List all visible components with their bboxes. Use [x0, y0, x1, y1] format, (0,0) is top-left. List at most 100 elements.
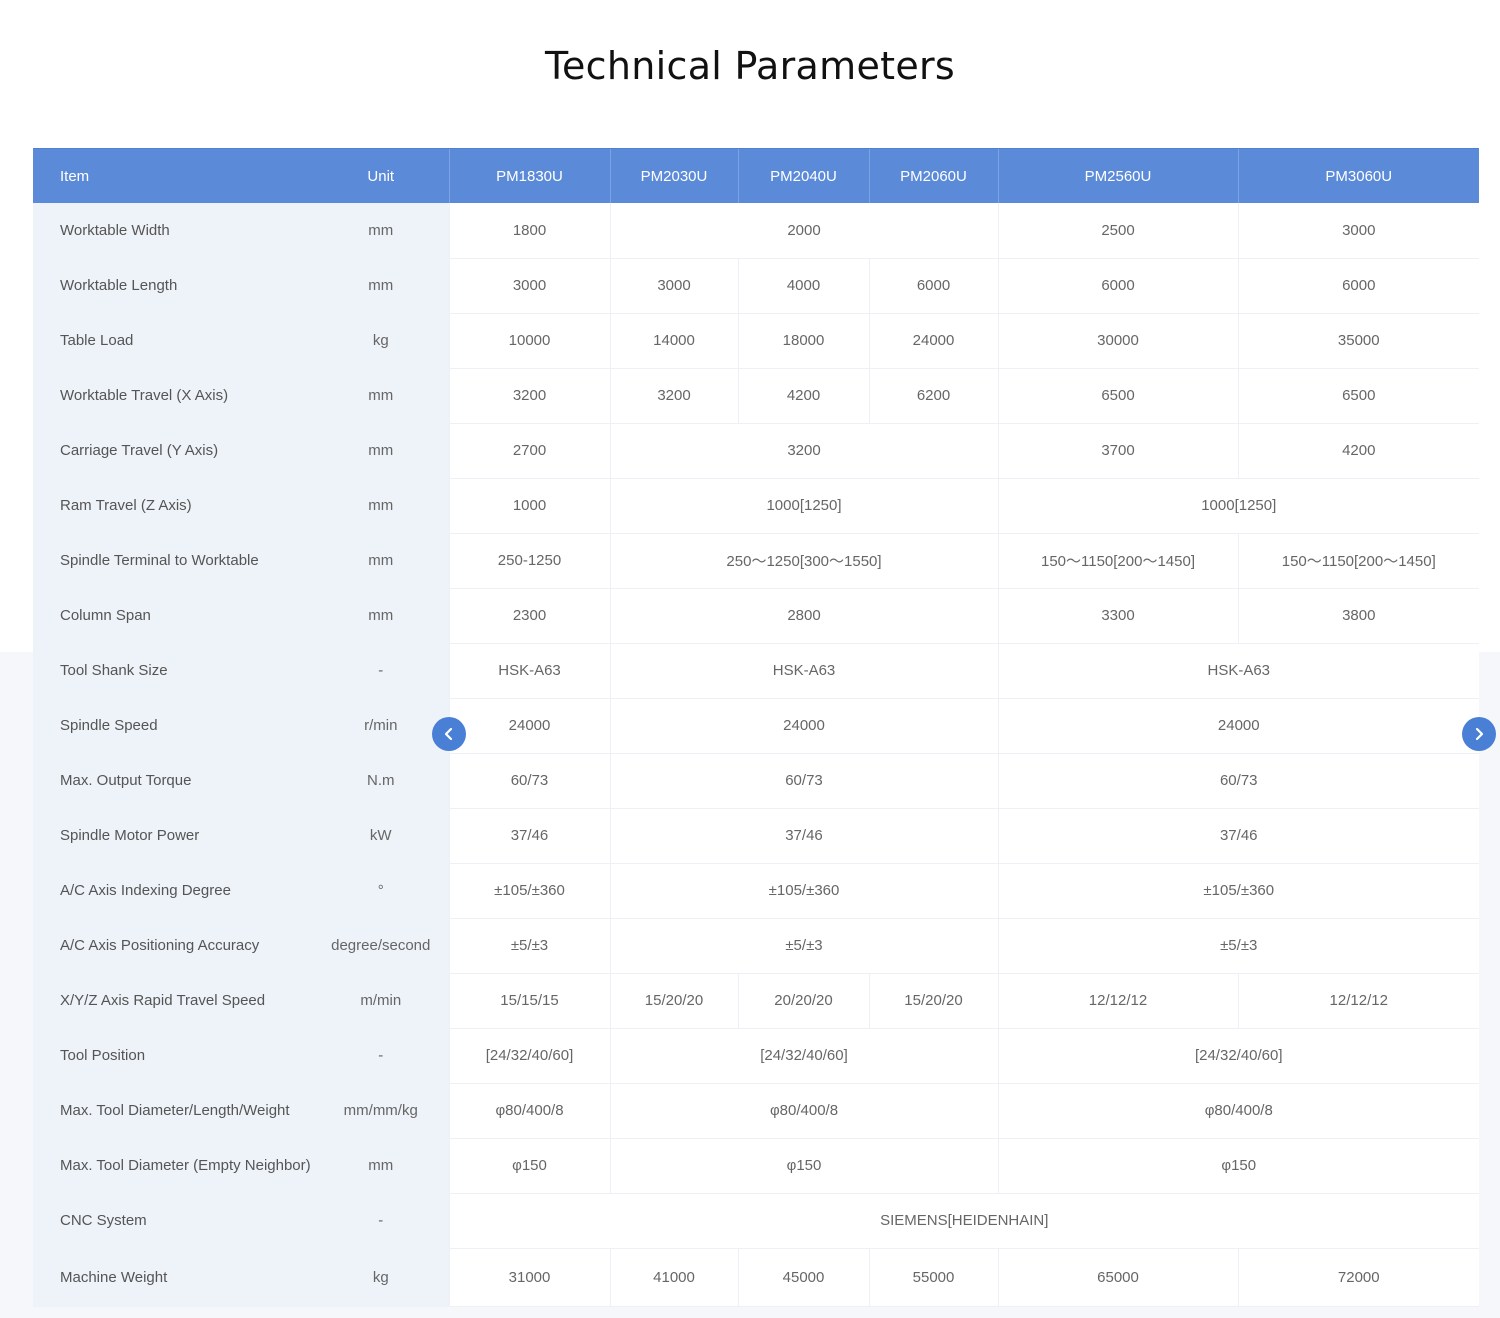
row-item-label: Spindle Motor Power	[33, 808, 313, 864]
value-cell: [24/32/40/60]	[997, 1028, 1479, 1084]
row-item-label: Spindle Speed	[33, 698, 313, 754]
row-unit: -	[313, 643, 449, 699]
value-cell: 6000	[868, 258, 998, 314]
row-item-label: Column Span	[33, 588, 313, 644]
value-cell: 250～1250[300～1550]	[609, 533, 998, 589]
value-cell: 3000	[448, 258, 610, 314]
row-item-label: Worktable Length	[33, 258, 313, 314]
value-cell: 3300	[997, 588, 1238, 644]
value-cell: 2800	[609, 588, 998, 644]
row-item-label: Machine Weight	[33, 1248, 313, 1307]
row-unit: mm	[313, 258, 449, 314]
row-item-label: A/C Axis Positioning Accuracy	[33, 918, 313, 974]
value-cell: 60/73	[609, 753, 998, 809]
row-unit: m/min	[313, 973, 449, 1029]
value-cell: 14000	[609, 313, 738, 369]
row-unit: -	[313, 1028, 449, 1084]
value-cell: ±5/±3	[997, 918, 1479, 974]
value-cell: 15/20/20	[868, 973, 998, 1029]
value-cell: 55000	[868, 1248, 998, 1307]
header-model: PM2040U	[737, 148, 869, 203]
row-unit: mm	[313, 533, 449, 589]
parameters-table-container: Item Unit PM1830U PM2030U PM2040U PM2060…	[33, 148, 1479, 1307]
value-cell: 1000[1250]	[997, 478, 1479, 534]
value-cell: 12/12/12	[1237, 973, 1479, 1029]
table-row: Carriage Travel (Y Axis) mm 2700 3200 3700 42…	[33, 423, 1479, 479]
value-cell: φ80/400/8	[609, 1083, 998, 1139]
value-cell: 3200	[448, 368, 610, 424]
value-cell: [24/32/40/60]	[448, 1028, 610, 1084]
header-model: PM2060U	[868, 148, 998, 203]
prev-button[interactable]	[432, 717, 466, 751]
row-unit: kg	[313, 313, 449, 369]
row-item-label: CNC System	[33, 1193, 313, 1249]
value-cell: 6500	[1237, 368, 1479, 424]
table-row: Worktable Length mm 3000 3000 4000 6000 6000 60…	[33, 258, 1479, 314]
table-row: X/Y/Z Axis Rapid Travel Speed m/min 15/15/…	[33, 973, 1479, 1029]
value-cell: φ150	[609, 1138, 998, 1194]
header-model: PM2030U	[609, 148, 738, 203]
value-cell: 24000	[448, 698, 610, 754]
value-cell: 37/46	[609, 808, 998, 864]
value-cell: 4200	[737, 368, 869, 424]
row-unit: N.m	[313, 753, 449, 809]
row-item-label: Carriage Travel (Y Axis)	[33, 423, 313, 479]
header-model: PM2560U	[997, 148, 1238, 203]
value-cell: 2700	[448, 423, 610, 479]
value-cell: 37/46	[448, 808, 610, 864]
table-row: Spindle Terminal to Worktable mm 250-1250 2…	[33, 533, 1479, 589]
value-cell: 3200	[609, 423, 998, 479]
value-cell: ±105/±360	[997, 863, 1479, 919]
value-cell: 2500	[997, 203, 1238, 259]
page-title: Technical Parameters	[544, 44, 956, 88]
value-cell: 3200	[609, 368, 738, 424]
value-cell: 24000	[609, 698, 998, 754]
chevron-left-icon	[444, 727, 453, 741]
row-item-label: A/C Axis Indexing Degree	[33, 863, 313, 919]
row-item-label: X/Y/Z Axis Rapid Travel Speed	[33, 973, 313, 1029]
row-item-label: Table Load	[33, 313, 313, 369]
table-row: Tool Shank Size - HSK-A63 HSK-A63 HSK-A63	[33, 643, 1479, 699]
row-unit: mm	[313, 478, 449, 534]
table-body: Worktable Width mm 1800 2000 2500 3000 Worktab…	[33, 203, 1479, 1307]
value-cell: 20/20/20	[737, 973, 869, 1029]
value-cell: 3700	[997, 423, 1238, 479]
next-button[interactable]	[1462, 717, 1496, 751]
row-unit: °	[313, 863, 449, 919]
value-cell: 15/15/15	[448, 973, 610, 1029]
value-cell: 18000	[737, 313, 869, 369]
value-cell: ±5/±3	[609, 918, 998, 974]
row-item-label: Ram Travel (Z Axis)	[33, 478, 313, 534]
row-item-label: Max. Output Torque	[33, 753, 313, 809]
row-unit: degree/second	[313, 918, 449, 974]
row-item-label: Worktable Travel (X Axis)	[33, 368, 313, 424]
table-row: Worktable Width mm 1800 2000 2500 3000	[33, 203, 1479, 259]
header-model: PM3060U	[1237, 148, 1479, 203]
row-unit: r/min	[313, 698, 449, 754]
table-row: A/C Axis Indexing Degree ° ±105/±360 ±105/±…	[33, 863, 1479, 919]
row-item-label: Tool Position	[33, 1028, 313, 1084]
value-cell: HSK-A63	[448, 643, 610, 699]
table-row: Machine Weight kg 31000 41000 45000 55000 6500…	[33, 1248, 1479, 1307]
value-cell: 6000	[1237, 258, 1479, 314]
header-item: Item	[33, 148, 313, 203]
value-cell: 30000	[997, 313, 1238, 369]
value-cell: 4000	[737, 258, 869, 314]
value-cell: 60/73	[448, 753, 610, 809]
value-cell: SIEMENS[HEIDENHAIN]	[448, 1193, 1479, 1249]
value-cell: 3800	[1237, 588, 1479, 644]
table-row: Max. Tool Diameter/Length/Weight mm/mm/kg…	[33, 1083, 1479, 1139]
row-unit: mm/mm/kg	[313, 1083, 449, 1139]
value-cell: 45000	[737, 1248, 869, 1307]
value-cell: 10000	[448, 313, 610, 369]
row-unit: kW	[313, 808, 449, 864]
row-unit: kg	[313, 1248, 449, 1307]
value-cell: 72000	[1237, 1248, 1479, 1307]
header-unit: Unit	[313, 148, 449, 203]
value-cell: 65000	[997, 1248, 1238, 1307]
table-row: Spindle Motor Power kW 37/46 37/46 37/46	[33, 808, 1479, 864]
header-model: PM1830U	[448, 148, 610, 203]
table-row: Max. Output Torque N.m 60/73 60/73 60/73	[33, 753, 1479, 809]
value-cell: ±105/±360	[448, 863, 610, 919]
table-row: Worktable Travel (X Axis) mm 3200 3200 4200 6…	[33, 368, 1479, 424]
